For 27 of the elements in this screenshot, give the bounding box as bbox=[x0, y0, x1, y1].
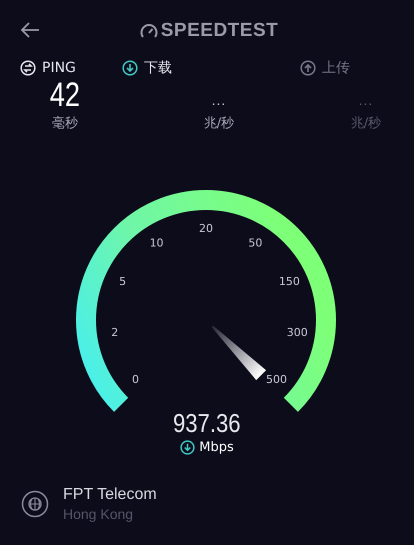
stat-unit: 兆/秒 bbox=[350, 115, 382, 132]
scale-label: 20 bbox=[199, 222, 213, 235]
scale-label: 2 bbox=[111, 326, 118, 339]
back-button[interactable] bbox=[18, 20, 42, 40]
app-logo: SPEEDTEST bbox=[160, 20, 278, 42]
scale-label: 0 bbox=[132, 373, 140, 386]
stat-label[interactable]: 下载 bbox=[144, 59, 172, 77]
stat-value: 42 bbox=[50, 78, 80, 112]
gauge-needle bbox=[212, 326, 266, 380]
speedometer-icon bbox=[140, 23, 158, 39]
stat-unit: 兆/秒 bbox=[204, 115, 234, 132]
scale-label: 150 bbox=[278, 275, 300, 288]
scale-label: 50 bbox=[248, 236, 262, 250]
scale-label: 300 bbox=[286, 326, 308, 339]
globe-icon[interactable] bbox=[21, 490, 49, 518]
stat-unit: 毫秒 bbox=[52, 115, 78, 132]
speed-unit: Mbps bbox=[199, 440, 234, 455]
stat-value: ... bbox=[358, 91, 374, 110]
speed-value: 937.36 bbox=[173, 409, 241, 437]
stat-value: ... bbox=[212, 91, 226, 110]
server-location: Hong Kong bbox=[63, 505, 134, 523]
scale-label: 10 bbox=[150, 236, 164, 250]
stat-label[interactable]: PING bbox=[42, 60, 76, 76]
server-name[interactable]: FPT Telecom bbox=[63, 485, 157, 505]
scale-label: 5 bbox=[119, 275, 126, 288]
scale-label: 500 bbox=[266, 373, 287, 386]
download-icon bbox=[180, 440, 196, 455]
